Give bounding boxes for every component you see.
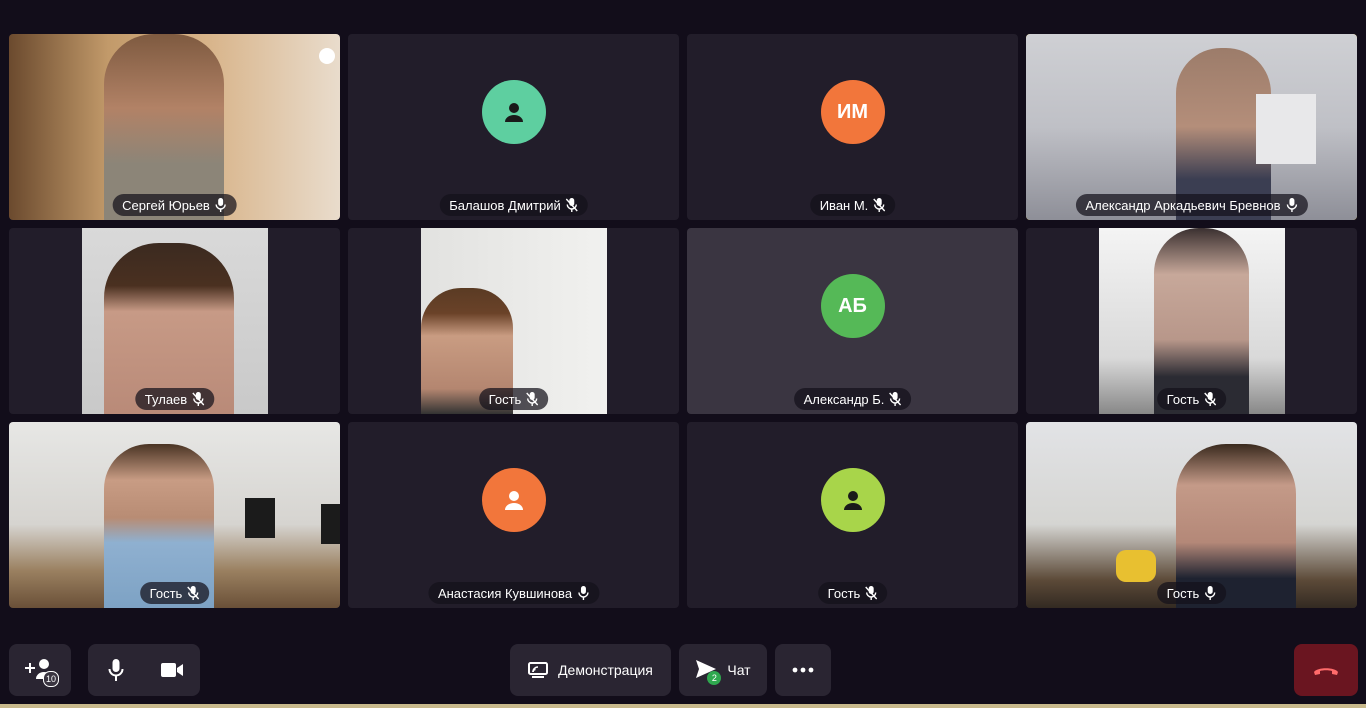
participant-tile[interactable]: Сергей Юрьев [9,34,340,220]
more-options-button[interactable] [775,644,831,696]
invite-count-badge: 10 [43,671,59,687]
mic-muted-icon [865,586,878,600]
participant-name: Александр Б. [803,391,885,407]
participant-name: Гость [1166,585,1200,601]
mic-muted-icon [889,392,902,406]
avatar [481,468,546,532]
mic-muted-icon [192,392,205,406]
participant-name-tag: Анастасия Кувшинова [427,582,600,604]
mic-muted-icon [873,198,886,212]
microphone-toggle[interactable] [88,644,144,696]
participant-video [81,228,268,414]
mic-icon [215,198,227,212]
participant-tile[interactable]: Гость [1026,228,1357,414]
avatar: АБ [820,274,885,338]
participant-name: Гость [488,391,522,407]
avatar-initials: АБ [838,294,867,317]
participant-name: Тулаев [144,391,188,407]
chat-label: Чат [727,662,751,678]
participant-tile[interactable]: Гость [687,422,1018,608]
participant-name-tag: Гость [1156,582,1227,604]
participant-name: Анастасия Кувшинова [437,585,573,601]
participant-name-tag: Гость [139,582,210,604]
more-dots-icon [792,667,814,673]
person-icon [504,491,523,510]
participant-video [1026,422,1357,608]
participant-name-tag: Гость [1156,388,1227,410]
person-icon [504,103,523,122]
participant-tile[interactable]: Гость [1026,422,1357,608]
participant-tile[interactable]: Гость [9,422,340,608]
avatar [820,468,885,532]
participant-video [1026,34,1357,220]
mic-icon [1286,198,1297,212]
participant-name-tag: Иван М. [809,194,896,216]
screen-share-icon [528,662,549,678]
participant-name: Балашов Дмитрий [449,197,561,213]
mic-muted-icon [526,392,539,406]
hang-up-icon [1314,668,1338,675]
participant-name: Александр Аркадьевич Бревнов [1085,197,1281,213]
participant-name-tag: Балашов Дмитрий [439,194,588,216]
participant-tile[interactable]: Анастасия Кувшинова [348,422,679,608]
participants-grid: Сергей Юрьев Балашов Дмитрий ИМ Иван М. … [9,34,1360,608]
screen-share-button[interactable]: Демонстрация [510,644,671,696]
microphone-icon [108,659,124,681]
leave-call-button[interactable] [1294,644,1358,696]
participant-tile[interactable]: ИМ Иван М. [687,34,1018,220]
participant-name-tag: Гость [478,388,549,410]
participant-tile[interactable]: АБ Александр Б. [687,228,1018,414]
status-dot [319,48,335,64]
chat-button[interactable]: 2 Чат [679,644,767,696]
avatar-initials: ИМ [836,100,869,123]
participant-tile-active-speaker[interactable]: Александр Аркадьевич Бревнов [1026,34,1357,220]
participant-video [420,228,607,414]
os-taskbar [0,704,1366,708]
media-controls [88,644,200,696]
participant-name: Гость [827,585,861,601]
participant-name: Иван М. [819,197,869,213]
participant-name-tag: Александр Б. [793,388,912,410]
invite-participants-button[interactable]: 10 [9,644,71,696]
participant-name-tag: Тулаев [134,388,215,410]
participant-video [9,34,340,220]
mic-muted-icon [565,198,578,212]
mic-icon [577,586,589,600]
person-icon [843,491,862,510]
participant-video [1098,228,1285,414]
mic-muted-icon [187,586,200,600]
mic-muted-icon [1204,392,1217,406]
camera-toggle[interactable] [144,644,200,696]
participant-tile[interactable]: Тулаев [9,228,340,414]
participant-name-tag: Сергей Юрьев [112,194,237,216]
screen-share-label: Демонстрация [558,662,653,678]
participant-name-tag: Александр Аркадьевич Бревнов [1075,194,1308,216]
participant-name: Гость [1166,391,1200,407]
participant-name-tag: Гость [817,582,888,604]
camera-icon [161,663,183,677]
participant-video [9,422,340,608]
participant-tile[interactable]: Балашов Дмитрий [348,34,679,220]
avatar [481,80,546,144]
participant-tile[interactable]: Гость [348,228,679,414]
avatar: ИМ [820,80,885,144]
mic-icon [1205,586,1216,600]
participant-name: Гость [149,585,183,601]
chat-unread-badge: 2 [707,671,722,685]
participant-name: Сергей Юрьев [122,197,210,213]
